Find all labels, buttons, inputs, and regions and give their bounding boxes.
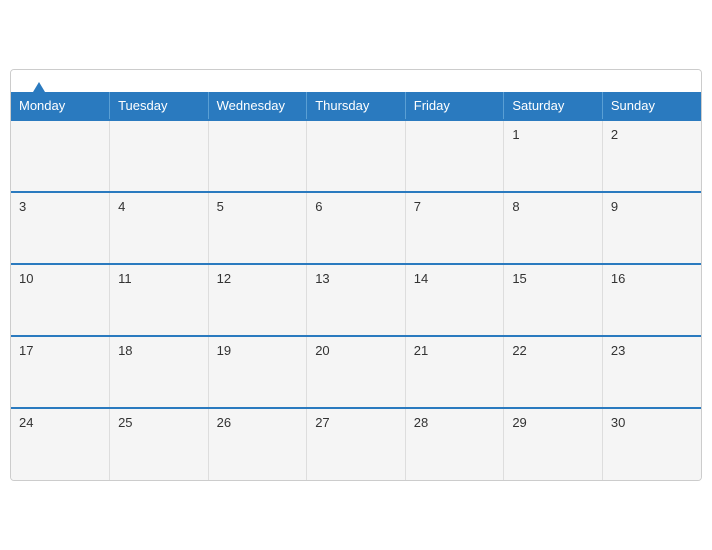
weekday-header-thursday: Thursday xyxy=(307,92,406,120)
day-cell: 21 xyxy=(405,336,504,408)
day-number: 25 xyxy=(118,415,132,430)
day-number: 27 xyxy=(315,415,329,430)
day-cell: 8 xyxy=(504,192,603,264)
day-cell: 19 xyxy=(208,336,307,408)
weekday-header-row: MondayTuesdayWednesdayThursdayFridaySatu… xyxy=(11,92,701,120)
week-row-5: 24 25 26 27 28 29 30 xyxy=(11,408,701,480)
day-number: 12 xyxy=(217,271,231,286)
day-cell: 14 xyxy=(405,264,504,336)
day-cell xyxy=(405,120,504,192)
logo-triangle-icon xyxy=(33,82,45,92)
day-number: 20 xyxy=(315,343,329,358)
day-cell: 6 xyxy=(307,192,406,264)
day-number: 16 xyxy=(611,271,625,286)
weekday-header-friday: Friday xyxy=(405,92,504,120)
day-number: 21 xyxy=(414,343,428,358)
day-number: 3 xyxy=(19,199,26,214)
day-cell: 25 xyxy=(110,408,209,480)
week-row-2: 3 4 5 6 7 8 9 xyxy=(11,192,701,264)
week-row-4: 17 18 19 20 21 22 23 xyxy=(11,336,701,408)
day-number: 19 xyxy=(217,343,231,358)
day-number: 4 xyxy=(118,199,125,214)
day-cell xyxy=(208,120,307,192)
day-cell: 20 xyxy=(307,336,406,408)
day-cell: 16 xyxy=(602,264,701,336)
day-number: 18 xyxy=(118,343,132,358)
day-cell xyxy=(11,120,110,192)
day-number: 28 xyxy=(414,415,428,430)
day-cell: 28 xyxy=(405,408,504,480)
day-cell: 7 xyxy=(405,192,504,264)
day-cell: 9 xyxy=(602,192,701,264)
calendar: MondayTuesdayWednesdayThursdayFridaySatu… xyxy=(10,69,702,481)
logo xyxy=(31,82,45,92)
day-number: 10 xyxy=(19,271,33,286)
day-cell: 29 xyxy=(504,408,603,480)
week-row-3: 10 11 12 13 14 15 16 xyxy=(11,264,701,336)
weekday-header-wednesday: Wednesday xyxy=(208,92,307,120)
day-number: 1 xyxy=(512,127,519,142)
day-number: 30 xyxy=(611,415,625,430)
day-number: 14 xyxy=(414,271,428,286)
day-number: 29 xyxy=(512,415,526,430)
day-cell: 27 xyxy=(307,408,406,480)
day-cell: 24 xyxy=(11,408,110,480)
day-cell: 11 xyxy=(110,264,209,336)
calendar-header xyxy=(11,70,701,92)
day-cell xyxy=(110,120,209,192)
day-number: 24 xyxy=(19,415,33,430)
day-cell: 10 xyxy=(11,264,110,336)
day-number: 2 xyxy=(611,127,618,142)
day-number: 9 xyxy=(611,199,618,214)
day-number: 6 xyxy=(315,199,322,214)
weekday-header-sunday: Sunday xyxy=(602,92,701,120)
day-cell: 2 xyxy=(602,120,701,192)
weekday-header-tuesday: Tuesday xyxy=(110,92,209,120)
day-number: 11 xyxy=(118,271,132,286)
day-number: 15 xyxy=(512,271,526,286)
day-cell: 5 xyxy=(208,192,307,264)
day-cell: 18 xyxy=(110,336,209,408)
day-cell: 1 xyxy=(504,120,603,192)
day-cell xyxy=(307,120,406,192)
day-cell: 3 xyxy=(11,192,110,264)
day-number: 5 xyxy=(217,199,224,214)
week-row-1: 12 xyxy=(11,120,701,192)
day-number: 26 xyxy=(217,415,231,430)
day-number: 13 xyxy=(315,271,329,286)
day-number: 22 xyxy=(512,343,526,358)
day-cell: 12 xyxy=(208,264,307,336)
weekday-header-saturday: Saturday xyxy=(504,92,603,120)
day-cell: 4 xyxy=(110,192,209,264)
day-number: 7 xyxy=(414,199,421,214)
day-cell: 23 xyxy=(602,336,701,408)
day-cell: 22 xyxy=(504,336,603,408)
calendar-table: MondayTuesdayWednesdayThursdayFridaySatu… xyxy=(11,92,701,480)
day-cell: 30 xyxy=(602,408,701,480)
day-cell: 26 xyxy=(208,408,307,480)
day-cell: 17 xyxy=(11,336,110,408)
day-number: 8 xyxy=(512,199,519,214)
day-cell: 13 xyxy=(307,264,406,336)
day-number: 17 xyxy=(19,343,33,358)
day-cell: 15 xyxy=(504,264,603,336)
weekday-header-monday: Monday xyxy=(11,92,110,120)
day-number: 23 xyxy=(611,343,625,358)
